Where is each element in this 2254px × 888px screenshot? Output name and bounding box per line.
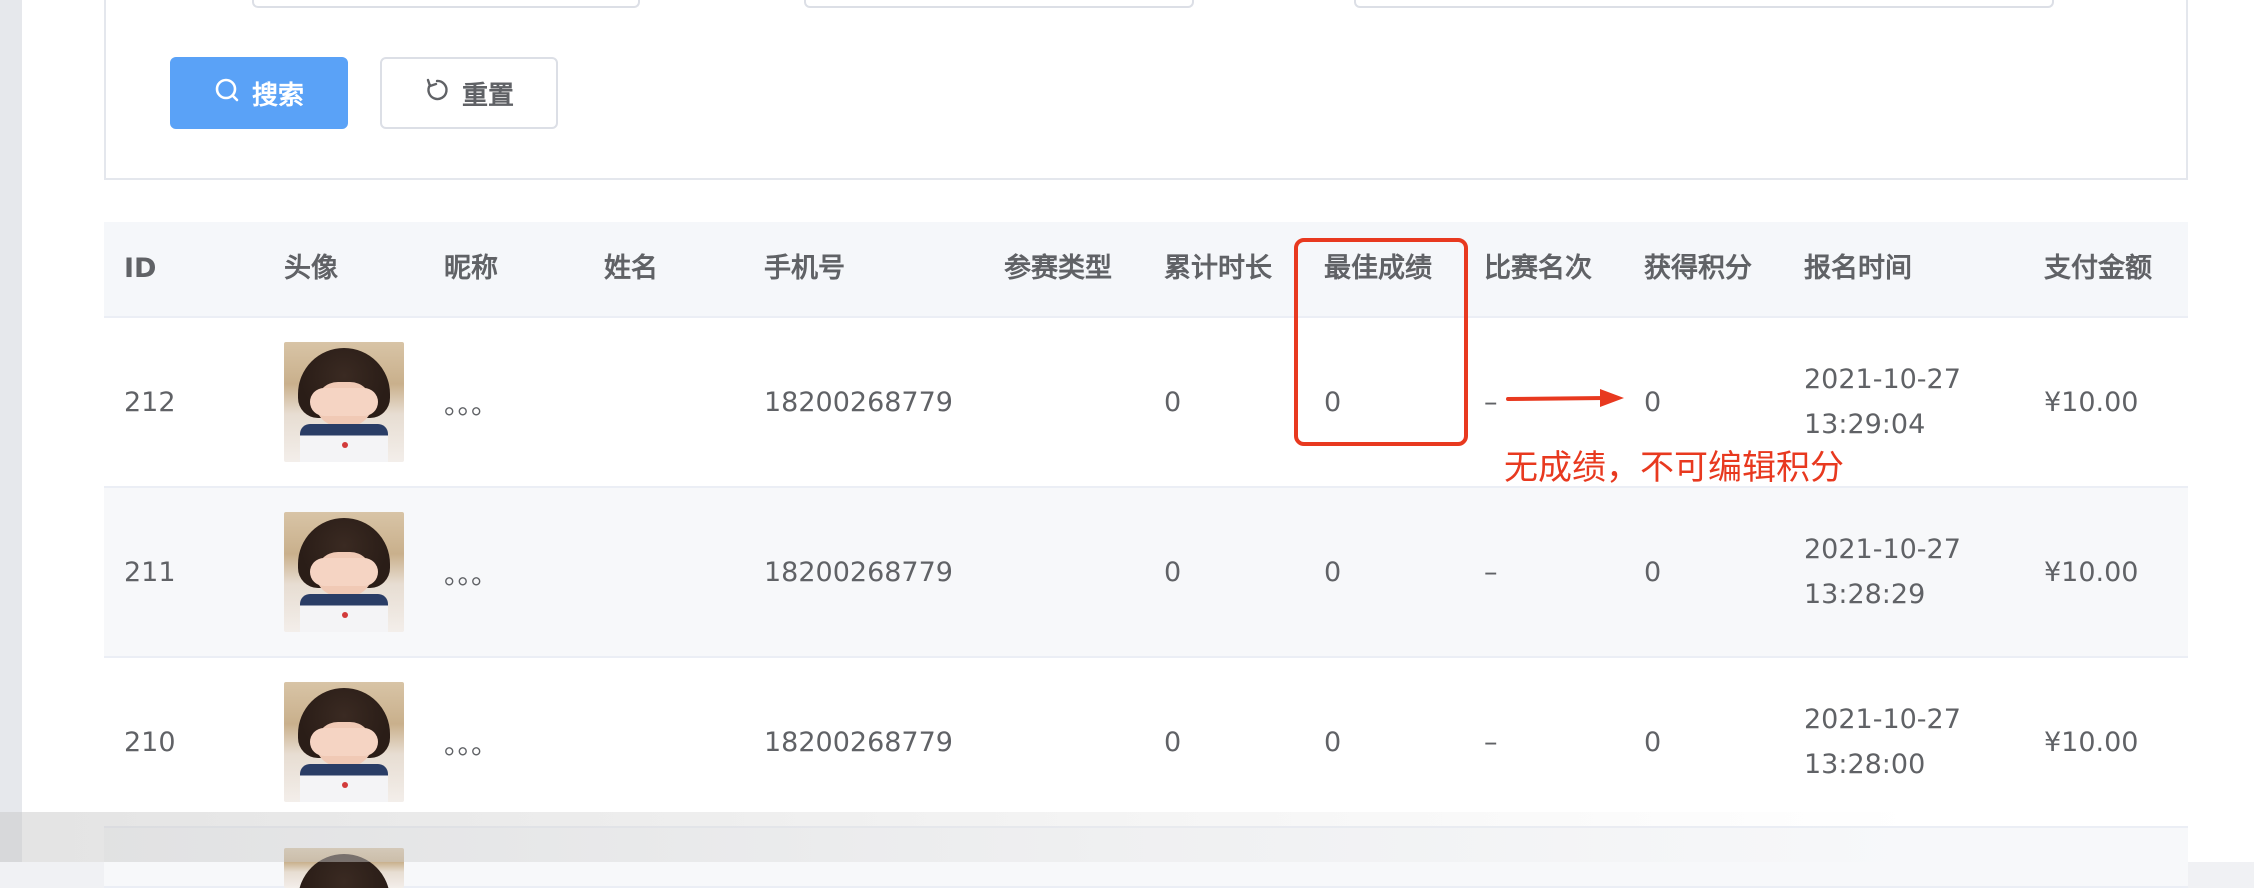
- avatar[interactable]: [284, 342, 404, 462]
- cell-duration: 0: [1164, 556, 1182, 588]
- avatar[interactable]: [284, 682, 404, 802]
- header-type: 参赛类型: [1004, 253, 1112, 284]
- cell-duration: 0: [1164, 386, 1182, 418]
- header-rank: 比赛名次: [1484, 253, 1592, 284]
- header-points: 获得积分: [1644, 253, 1752, 284]
- header-id: ID: [124, 253, 157, 284]
- table-header: ID 头像 昵称 姓名 手机号 参赛类型 累计时长 最佳成绩 比赛名次 获得积分…: [104, 222, 2188, 318]
- table-row: 211 。。。 18200268779 0 0 – 0 2021-10-27 1…: [104, 488, 2188, 658]
- cell-id: 212: [124, 386, 176, 418]
- cell-id: 210: [124, 726, 176, 758]
- left-strip: [0, 0, 22, 862]
- header-avatar: 头像: [284, 253, 338, 284]
- cell-duration: 0: [1164, 726, 1182, 758]
- reset-button[interactable]: 重置: [380, 57, 558, 129]
- registration-table: ID 头像 昵称 姓名 手机号 参赛类型 累计时长 最佳成绩 比赛名次 获得积分…: [104, 222, 2188, 888]
- header-amount: 支付金额: [2044, 253, 2152, 284]
- search-button-label: 搜索: [251, 80, 304, 111]
- annotation-text: 无成绩，不可编辑积分: [1504, 448, 1844, 488]
- search-button[interactable]: 搜索: [170, 57, 348, 129]
- cell-points: 0: [1644, 556, 1662, 588]
- search-icon: [214, 77, 240, 110]
- cell-signup-time: 2021-10-27 13:28:00: [1804, 658, 1961, 826]
- cell-avatar: [284, 658, 404, 826]
- cell-amount: ¥10.00: [2044, 726, 2139, 758]
- cell-rank: –: [1484, 386, 1498, 418]
- reset-button-label: 重置: [461, 80, 514, 111]
- cell-avatar: [284, 488, 404, 656]
- table-row: 212 。。。 18200268779 0 0 – 0 2021-10-27 1…: [104, 318, 2188, 488]
- annotation-arrow-icon: [1506, 389, 1624, 407]
- main-content: 搜索 重置 ID 头像 昵称 姓名 手机号 参赛类型 累计时长 最佳成绩 比赛名…: [22, 0, 2254, 888]
- cell-amount: ¥10.00: [2044, 556, 2139, 588]
- signup-clock: 13:28:29: [1804, 579, 1926, 610]
- signup-date: 2021-10-27: [1804, 364, 1961, 395]
- cell-phone: 18200268779: [764, 386, 953, 418]
- cell-best: 0: [1324, 726, 1342, 758]
- bottom-fade: [0, 812, 2254, 862]
- cell-rank: –: [1484, 726, 1498, 758]
- filter-panel: 搜索 重置: [104, 0, 2188, 180]
- cell-rank: –: [1484, 556, 1498, 588]
- cell-id: 211: [124, 556, 176, 588]
- filter-input-2[interactable]: [804, 0, 1194, 8]
- header-signup-time: 报名时间: [1804, 253, 1912, 284]
- cell-phone: 18200268779: [764, 556, 953, 588]
- header-nickname: 昵称: [444, 253, 498, 284]
- cell-phone: 18200268779: [764, 726, 953, 758]
- annotation-highlight-box: [1294, 238, 1468, 446]
- header-name: 姓名: [604, 253, 658, 284]
- signup-clock: 13:28:00: [1804, 749, 1926, 780]
- cell-amount: ¥10.00: [2044, 386, 2139, 418]
- cell-nickname: 。。。: [444, 729, 498, 761]
- table-row: 210 。。。 18200268779 0 0 – 0 2021-10-27 1…: [104, 658, 2188, 828]
- cell-signup-time: 2021-10-27 13:28:29: [1804, 488, 1961, 656]
- avatar[interactable]: [284, 512, 404, 632]
- header-duration: 累计时长: [1164, 253, 1272, 284]
- cell-best: 0: [1324, 556, 1342, 588]
- cell-avatar: [284, 318, 404, 486]
- signup-date: 2021-10-27: [1804, 534, 1961, 565]
- filter-input-3[interactable]: [1354, 0, 2054, 8]
- signup-date: 2021-10-27: [1804, 704, 1961, 735]
- cell-nickname: 。。。: [444, 389, 498, 421]
- refresh-icon: [424, 77, 450, 110]
- filter-input-1[interactable]: [252, 0, 640, 8]
- cell-nickname: 。。。: [444, 559, 498, 591]
- header-phone: 手机号: [764, 253, 845, 284]
- cell-points: 0: [1644, 726, 1662, 758]
